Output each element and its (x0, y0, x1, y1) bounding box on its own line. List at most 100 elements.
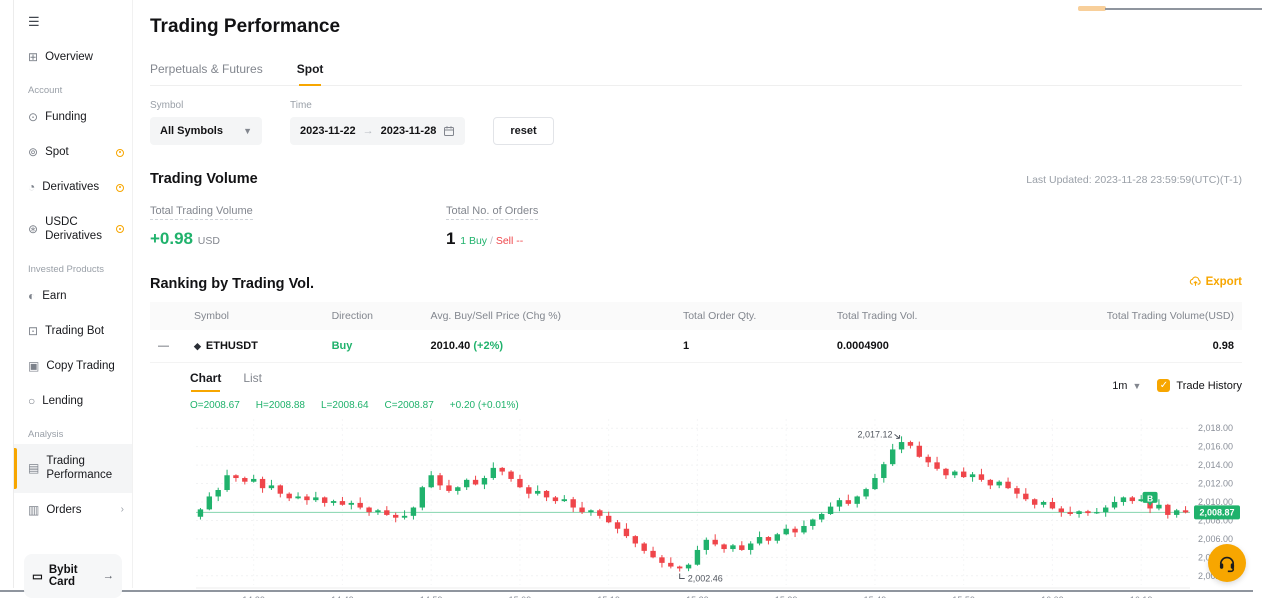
sidebar-item-earn[interactable]: ◐Earn (14, 279, 132, 314)
candle-body (446, 485, 451, 491)
candle-body (996, 482, 1001, 486)
candle-body (650, 551, 655, 557)
candle-body (837, 500, 842, 506)
column-header: Direction (324, 302, 423, 330)
interval-select[interactable]: 1m ▼ (1112, 380, 1141, 392)
tab-perpetuals-futures[interactable]: Perpetuals & Futures (150, 62, 263, 85)
candlestick-svg[interactable]: 2,018.002,016.002,014.002,012.002,010.00… (190, 413, 1242, 598)
candle-body (278, 485, 283, 493)
symbol-select[interactable]: All Symbols ▼ (150, 117, 262, 145)
candle-body (198, 509, 203, 516)
candle-body (1032, 499, 1037, 505)
chart-panel-tab-list[interactable]: List (243, 371, 262, 392)
candle-body (899, 442, 904, 449)
sidebar-item-spot[interactable]: ⊚Spot (14, 135, 132, 170)
chart-controls: 1m ▼ ✓ Trade History (1112, 379, 1242, 392)
arrow-right-icon: → (103, 570, 115, 582)
candle-body (579, 508, 584, 513)
candle-body (1130, 497, 1135, 501)
column-header: Total Order Qty. (675, 302, 829, 330)
sidebar-item-orders[interactable]: ▥Orders› (14, 493, 132, 528)
candle-body (677, 567, 682, 569)
candle-body (925, 457, 930, 463)
trade-history-toggle[interactable]: ✓ Trade History (1157, 379, 1242, 392)
sidebar-item-copy-trading[interactable]: ▣Copy Trading (14, 349, 132, 384)
candle-body (420, 487, 425, 507)
candle-body (961, 472, 966, 478)
reset-button[interactable]: reset (493, 117, 553, 145)
candle-body (553, 497, 558, 501)
candle-body (1014, 488, 1019, 494)
bybit-card-button[interactable]: ▭ Bybit Card → (24, 554, 122, 598)
candle-body (357, 503, 362, 508)
sidebar-item-lending[interactable]: ○Lending (14, 384, 132, 419)
tab-spot[interactable]: Spot (297, 62, 324, 85)
avg-price-cell: 2010.40 (+2%) (423, 330, 675, 363)
interval-value: 1m (1112, 380, 1127, 392)
candle-body (730, 545, 735, 549)
date-to-value: 2023-11-28 (381, 125, 437, 137)
sidebar-item-derivatives[interactable]: ◔Derivatives (14, 170, 132, 205)
candle-body (260, 479, 265, 488)
lending-icon: ○ (28, 394, 35, 409)
collapse-row-toggle[interactable]: — (150, 330, 186, 363)
grid-icon: ⊞ (28, 50, 38, 65)
vol-cell: 0.0004900 (829, 330, 995, 363)
chart-panel-tab-chart[interactable]: Chart (190, 371, 221, 392)
qty-cell: 1 (675, 330, 829, 363)
candle-body (215, 490, 220, 496)
sidebar-item-funding[interactable]: ⊙Funding (14, 100, 132, 135)
total-orders-value: 1 1 Buy / Sell -- (446, 229, 742, 249)
sidebar-item-label: Spot (45, 145, 109, 159)
symbol-filter-label: Symbol (150, 100, 262, 111)
candle-body (1085, 511, 1090, 513)
sidebar-item-trading-bot[interactable]: ⊡Trading Bot (14, 314, 132, 349)
total-orders-label: Total No. of Orders (446, 205, 538, 220)
candle-body (988, 480, 993, 486)
candle-body (286, 494, 291, 499)
candle-body (597, 510, 602, 516)
current-price-badge-label: 2,008.87 (1199, 508, 1234, 518)
candlestick-chart[interactable]: 2,018.002,016.002,014.002,012.002,010.00… (190, 413, 1242, 598)
table-row[interactable]: —◆ETHUSDTBuy2010.40 (+2%)10.00049000.98 (150, 330, 1242, 363)
eth-icon: ◆ (194, 341, 201, 351)
sidebar-item-trading-performance[interactable]: ▤Trading Performance (14, 444, 132, 493)
candle-body (1023, 494, 1028, 500)
orders-sell-count: Sell -- (496, 235, 523, 247)
coin-badge-icon (116, 149, 124, 157)
candle-body (872, 478, 877, 489)
total-volume-label: Total Trading Volume (150, 205, 253, 220)
candle-body (695, 550, 700, 565)
sidebar-item-overview[interactable]: ⊞Overview (14, 40, 132, 75)
ranking-table-header-row: SymbolDirectionAvg. Buy/Sell Price (Chg … (150, 302, 1242, 330)
sidebar-item-usdc-derivatives[interactable]: ⊛USDC Derivatives (14, 205, 132, 254)
candle-body (792, 529, 797, 533)
candle-body (606, 516, 611, 522)
candle-body (295, 496, 300, 498)
support-chat-button[interactable] (1208, 544, 1246, 582)
page-title: Trading Performance (150, 0, 1242, 38)
candle-body (854, 496, 859, 503)
sidebar-section-label: Analysis (14, 419, 132, 444)
candle-body (411, 508, 416, 516)
candle-body (704, 540, 709, 550)
ranking-table: SymbolDirectionAvg. Buy/Sell Price (Chg … (150, 302, 1242, 363)
export-button[interactable]: Export (1189, 275, 1242, 288)
candle-body (366, 508, 371, 513)
candle-body (508, 472, 513, 479)
export-label: Export (1206, 276, 1242, 288)
trading-volume-metrics: Total Trading Volume +0.98 USD Total No.… (150, 201, 1242, 249)
ranking-heading: Ranking by Trading Vol. (150, 276, 314, 292)
candle-body (233, 475, 238, 478)
collapse-sidebar-icon[interactable]: ☰ (14, 12, 132, 40)
candle-body (1183, 510, 1188, 512)
sidebar-item-label: Trading Bot (45, 324, 124, 338)
candle-body (1041, 502, 1046, 505)
total-volume-value: +0.98 USD (150, 229, 446, 249)
candle-body (1121, 497, 1126, 502)
sidebar-item-label: USDC Derivatives (45, 215, 109, 244)
date-range-picker[interactable]: 2023-11-22 → 2023-11-28 (290, 117, 465, 145)
ohlc-value: O=2008.67 (190, 400, 240, 411)
chart-panel-header: Chart List 1m ▼ ✓ Trade History (190, 371, 1242, 392)
ranking-header: Ranking by Trading Vol. Export (150, 275, 1242, 292)
